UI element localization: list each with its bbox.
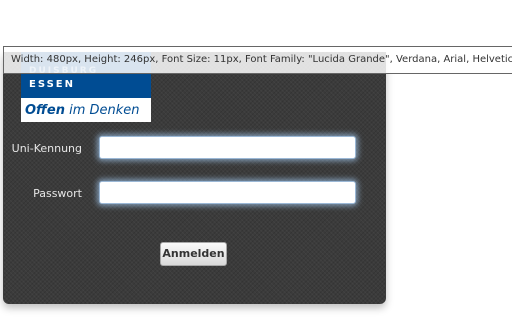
logo-slogan-rest: im Denken [64,103,140,118]
username-input[interactable] [99,136,356,159]
password-input[interactable] [99,181,356,204]
logo-slogan-bold: Offen [25,103,65,118]
logo-text-essen: ESSEN [29,79,75,90]
login-button[interactable]: Anmelden [160,242,227,266]
logo-slogan: Offen im Denken [25,103,140,118]
username-label: Uni-Kennung [11,142,82,155]
password-label: Passwort [33,187,82,200]
dimension-tooltip: Width: 480px, Height: 246px, Font Size: … [3,46,512,74]
